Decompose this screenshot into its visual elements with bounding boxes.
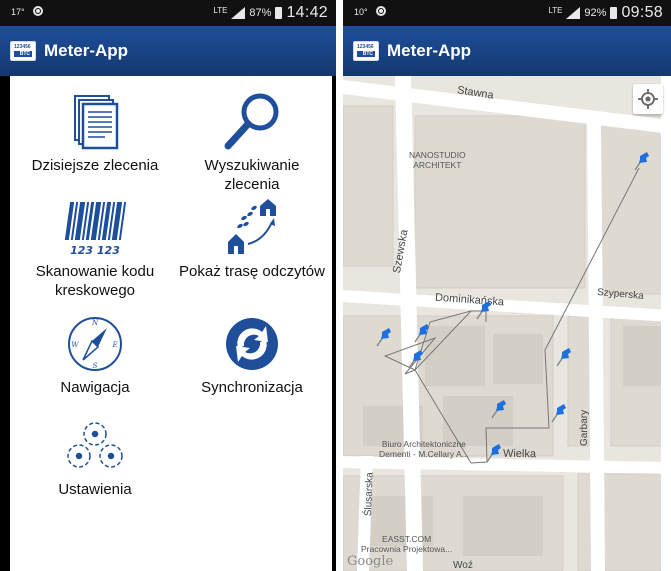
signal-icon <box>231 7 246 19</box>
menu-item-today-orders[interactable]: Dzisiejsze zlecenia <box>10 90 180 175</box>
app-bar: 123456 BTC Meter-App <box>343 26 671 76</box>
map-pin[interactable] <box>473 299 493 321</box>
lte-indicator: LTE <box>213 6 228 15</box>
map-pin[interactable] <box>631 150 651 172</box>
poi-label-biuro[interactable]: Biuro Architektoniczne Dementi - M.Cella… <box>379 439 469 459</box>
barcode-digits: 123 123 <box>70 244 120 257</box>
phone-screen-menu: 17° LTE 87% 14:42 123456 BTC Meter-App D… <box>0 0 336 571</box>
google-attribution: Google <box>347 554 394 569</box>
street-label-slusarska: Ślusarska <box>363 472 376 517</box>
route-icon <box>228 199 276 254</box>
menu-label: Skanowanie kodu kreskowego <box>35 263 155 299</box>
clock: 09:58 <box>621 4 663 21</box>
magnifier-icon <box>224 93 279 150</box>
notification-icon <box>376 6 386 16</box>
menu-label: Wyszukiwanie zlecenia <box>204 157 300 193</box>
menu-label: Dzisiejsze zlecenia <box>31 157 159 174</box>
signal-icon <box>566 7 581 19</box>
main-menu: Dzisiejsze zlecenia Wyszukiwanie zleceni… <box>10 76 332 571</box>
menu-item-navigation[interactable]: N S E W Nawigacja <box>10 312 180 397</box>
map-pin[interactable] <box>373 326 393 348</box>
gears-icon <box>67 422 123 468</box>
barcode-icon: 123 123 <box>64 202 127 257</box>
status-bar: 17° LTE 87% 14:42 <box>0 0 336 26</box>
map-pin[interactable] <box>405 348 425 370</box>
compass-icon: N S E W <box>68 317 122 371</box>
app-logo-icon[interactable]: 123456 BTC <box>10 41 36 61</box>
map-pin[interactable] <box>483 442 503 464</box>
poi-label-easst[interactable]: EASST.COM Pracownia Projektowa... <box>361 534 452 554</box>
clock: 14:42 <box>286 4 328 21</box>
menu-item-settings[interactable]: Ustawienia <box>10 414 180 499</box>
menu-label: Synchronizacja <box>201 379 303 396</box>
lte-indicator: LTE <box>548 6 563 15</box>
menu-item-reading-route[interactable]: Pokaż trasę odczytów <box>167 196 336 281</box>
temperature-text: 17° <box>11 7 25 17</box>
map-canvas <box>343 76 671 571</box>
menu-label: Nawigacja <box>60 379 130 396</box>
crosshair-icon <box>638 89 658 109</box>
battery-icon <box>610 7 618 19</box>
battery-percent: 92% <box>584 7 607 19</box>
battery-icon <box>275 7 283 19</box>
battery-percent: 87% <box>249 7 272 19</box>
street-label-wielka: Wielka <box>502 447 537 461</box>
compass-s: S <box>93 362 98 370</box>
street-label-bottom: Woź <box>453 560 473 571</box>
app-logo-icon[interactable]: 123456 BTC <box>353 41 379 61</box>
menu-item-search-order[interactable]: Wyszukiwanie zlecenia <box>167 90 336 194</box>
menu-item-sync[interactable]: Synchronizacja <box>167 312 336 397</box>
compass-e: E <box>111 341 117 349</box>
status-bar: 10° LTE 92% 09:58 <box>343 0 671 26</box>
notification-icon <box>33 6 43 16</box>
poi-label-nanostudio[interactable]: NANOSTUDIO ARCHITEKT <box>409 150 466 170</box>
app-bar: 123456 BTC Meter-App <box>0 26 336 76</box>
app-title: Meter-App <box>44 41 129 60</box>
compass-n: N <box>91 319 99 327</box>
menu-label: Ustawienia <box>58 481 132 498</box>
map-pin[interactable] <box>553 346 573 368</box>
map-pin[interactable] <box>488 398 508 420</box>
map-pin[interactable] <box>411 322 431 344</box>
documents-icon <box>74 95 119 150</box>
street-label-garbary: Garbary <box>579 409 590 446</box>
phone-screen-map: 10° LTE 92% 09:58 123456 BTC Meter-App S… <box>343 0 671 571</box>
map-pin[interactable] <box>548 402 568 424</box>
temperature-text: 10° <box>354 7 368 17</box>
compass-w: W <box>71 341 79 349</box>
my-location-button[interactable] <box>633 84 663 114</box>
app-title: Meter-App <box>387 41 472 60</box>
route-map[interactable]: Stawna Szewska Dominikańska Szyperska Ga… <box>343 76 671 571</box>
menu-label: Pokaż trasę odczytów <box>179 263 325 280</box>
sync-icon <box>226 318 278 370</box>
menu-item-barcode-scan[interactable]: 123 123 Skanowanie kodu kreskowego <box>10 196 180 300</box>
